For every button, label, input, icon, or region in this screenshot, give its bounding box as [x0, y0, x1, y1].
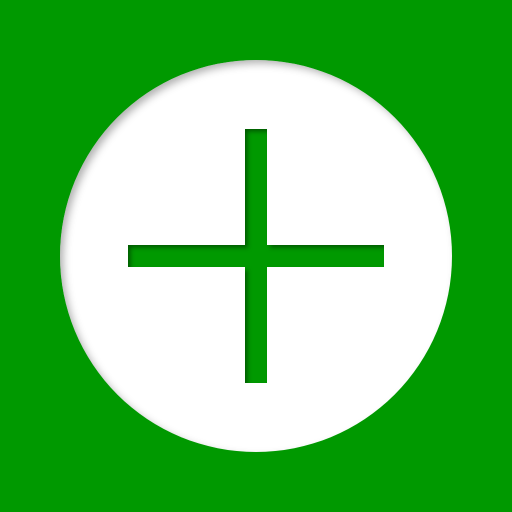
add-icon[interactable] — [0, 0, 512, 512]
plus-horizontal-bar — [128, 245, 384, 267]
add-app-icon[interactable] — [0, 0, 512, 512]
